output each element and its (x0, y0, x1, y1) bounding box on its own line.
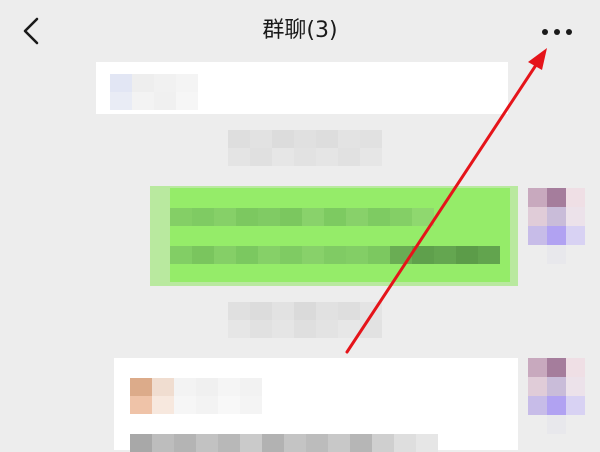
arrow-up-right-icon (345, 48, 547, 354)
